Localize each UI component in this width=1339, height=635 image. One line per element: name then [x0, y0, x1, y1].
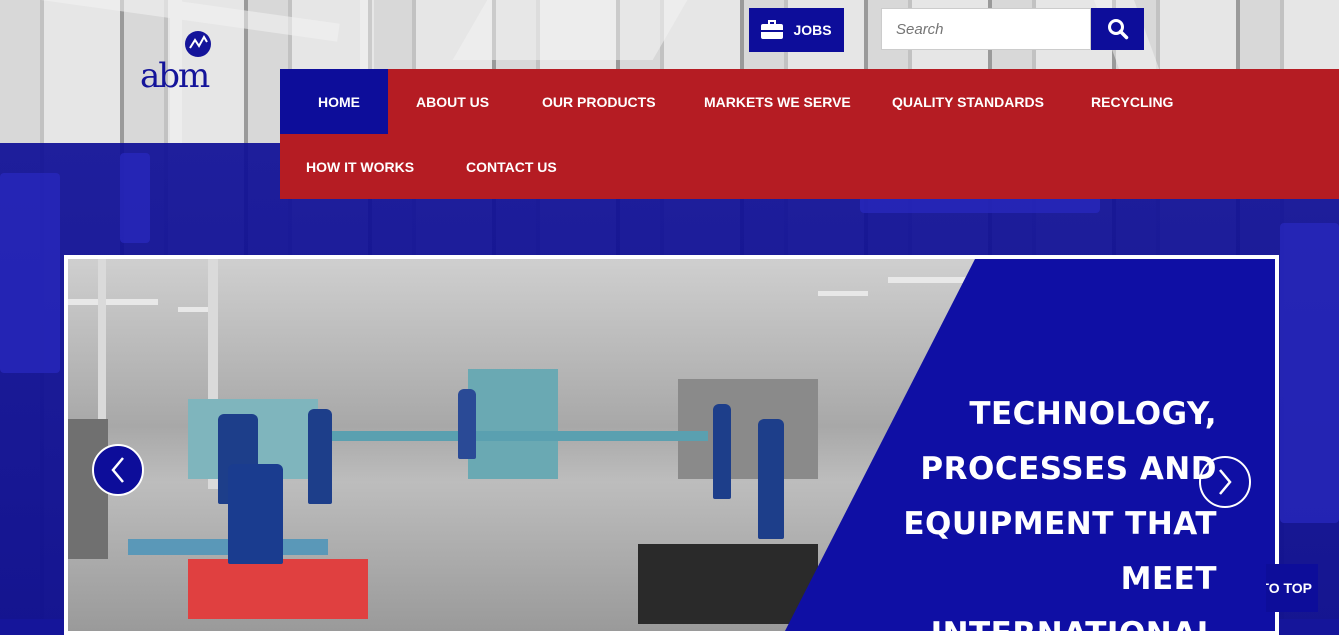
- headline-line: EQUIPMENT THAT: [903, 506, 1217, 542]
- nav-item-our-products[interactable]: OUR PRODUCTS: [542, 69, 656, 134]
- back-to-top-label: BACK TO TOP: [1266, 580, 1312, 596]
- nav-item-label: CONTACT US: [466, 158, 557, 175]
- search-icon: [1107, 19, 1128, 40]
- chevron-left-icon: [111, 457, 124, 483]
- briefcase-icon: [761, 20, 784, 39]
- slide-headline: TECHNOLOGY, PROCESSES AND EQUIPMENT THAT…: [857, 387, 1217, 635]
- hero-slider: TECHNOLOGY, PROCESSES AND EQUIPMENT THAT…: [64, 255, 1279, 635]
- logo-text: abm: [140, 56, 210, 96]
- nav-item-label: HOME: [318, 93, 360, 110]
- nav-item-markets-we-serve[interactable]: MARKETS WE SERVE: [704, 69, 851, 134]
- headline-line: MEET: [1120, 561, 1217, 597]
- nav-item-quality-standards[interactable]: QUALITY STANDARDS: [892, 69, 1044, 134]
- search-button[interactable]: [1091, 8, 1144, 50]
- nav-item-recycling[interactable]: RECYCLING: [1091, 69, 1173, 134]
- nav-item-label: OUR PRODUCTS: [542, 93, 656, 110]
- headline-line: PROCESSES AND: [920, 451, 1217, 487]
- nav-item-label: MARKETS WE SERVE: [704, 93, 851, 110]
- jobs-button[interactable]: JOBS: [749, 8, 844, 52]
- site-logo[interactable]: abm: [140, 28, 240, 98]
- jobs-label: JOBS: [793, 22, 832, 38]
- nav-item-home[interactable]: HOME: [280, 69, 388, 134]
- back-to-top-button[interactable]: BACK TO TOP: [1266, 564, 1318, 612]
- slider-next-button[interactable]: [1199, 456, 1251, 508]
- nav-item-label: QUALITY STANDARDS: [892, 93, 1044, 110]
- nav-item-how-it-works[interactable]: HOW IT WORKS: [306, 134, 414, 199]
- chevron-right-icon: [1219, 469, 1232, 495]
- nav-item-about-us[interactable]: ABOUT US: [416, 69, 489, 134]
- headline-line: INTERNATIONAL: [930, 616, 1217, 635]
- nav-item-label: ABOUT US: [416, 93, 490, 110]
- slider-prev-button[interactable]: [92, 444, 144, 496]
- nav-item-contact-us[interactable]: CONTACT US: [466, 134, 557, 199]
- search-input[interactable]: [881, 8, 1091, 50]
- nav-item-label: RECYCLING: [1091, 93, 1174, 110]
- main-navigation: HOME ABOUT US OUR PRODUCTS MARKETS WE SE…: [280, 69, 1339, 199]
- nav-item-label: HOW IT WORKS: [306, 158, 415, 175]
- headline-line: TECHNOLOGY,: [969, 396, 1217, 432]
